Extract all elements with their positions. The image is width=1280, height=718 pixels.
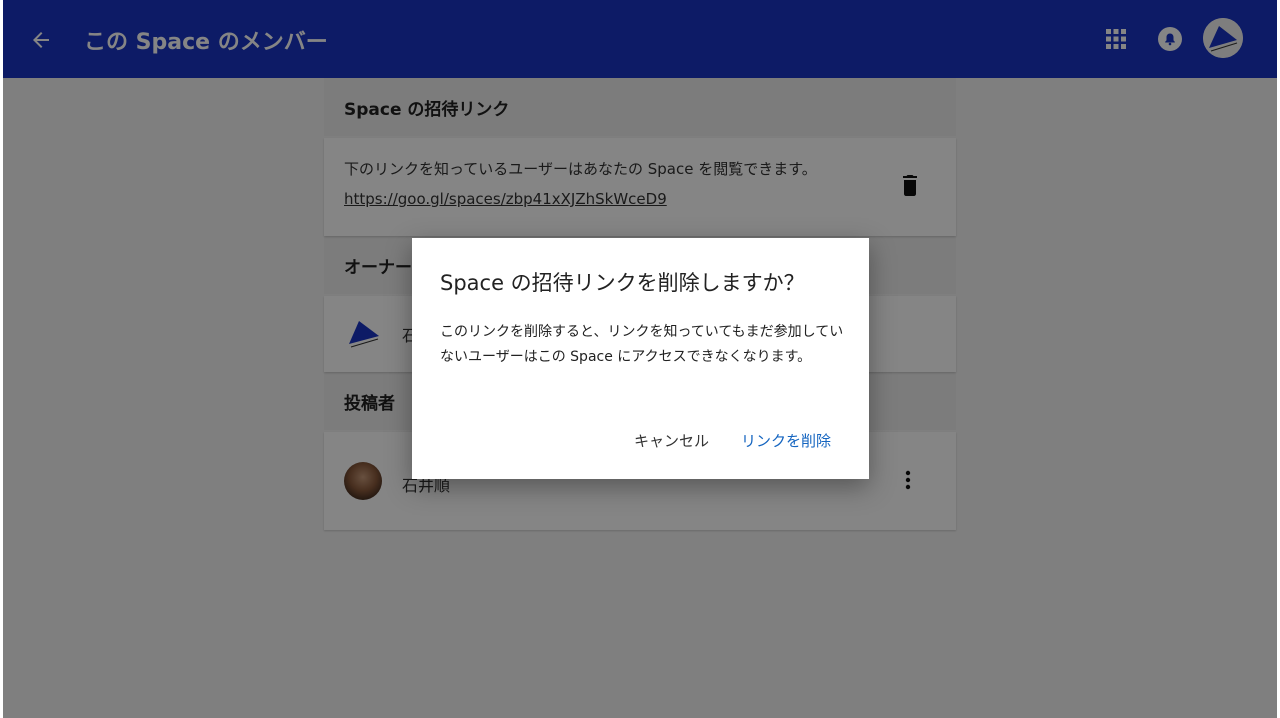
app-window: この Space のメンバー Space の招待リンク 下のリンクを知っているユ… <box>3 0 1277 718</box>
cancel-button[interactable]: キャンセル <box>626 426 717 455</box>
dialog-title: Space の招待リンクを削除しますか？ <box>440 271 805 295</box>
dialog-message: このリンクを削除すると、リンクを知っていてもまだ参加していないユーザーはこの S… <box>440 324 844 365</box>
delete-link-confirm-button[interactable]: リンクを削除 <box>733 426 839 455</box>
delete-link-dialog: Space の招待リンクを削除しますか？ このリンクを削除すると、リンクを知って… <box>412 238 869 479</box>
